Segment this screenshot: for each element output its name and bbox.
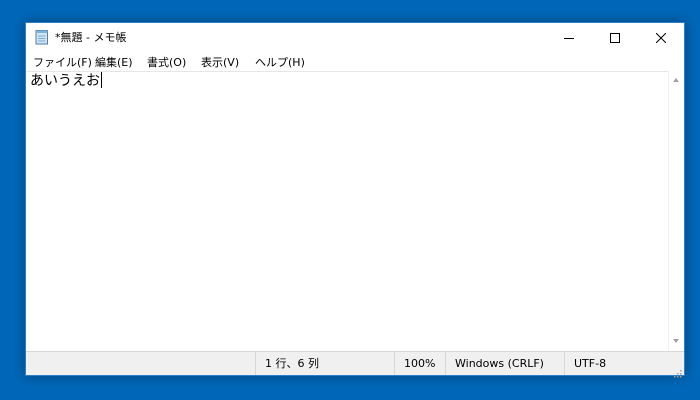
menu-edit[interactable]: 編集(E)	[95, 54, 133, 70]
editor-content: あいうえお	[30, 73, 100, 89]
status-zoom: 100%	[394, 352, 445, 375]
menu-file[interactable]: ファイル(F)	[33, 54, 92, 70]
text-caret	[101, 72, 102, 88]
status-line-ending: Windows (CRLF)	[445, 352, 564, 375]
scroll-down-arrow-icon[interactable]	[673, 339, 679, 343]
close-button[interactable]	[638, 23, 684, 51]
close-icon	[655, 28, 667, 47]
minimize-icon	[564, 28, 574, 47]
menu-bar: ファイル(F) 編集(E) 書式(O) 表示(V) ヘルプ(H)	[26, 51, 684, 71]
window-title: *無題 - メモ帳	[55, 31, 127, 44]
status-bar: 1 行、6 列 100% Windows (CRLF) UTF-8	[26, 351, 684, 378]
scroll-up-arrow-icon[interactable]	[673, 78, 679, 82]
maximize-icon	[610, 28, 620, 47]
maximize-button[interactable]	[592, 23, 638, 51]
minimize-button[interactable]	[546, 23, 592, 51]
vertical-scrollbar[interactable]	[668, 71, 684, 351]
menu-view[interactable]: 表示(V)	[201, 54, 239, 70]
text-editor[interactable]: あいうえお	[26, 71, 668, 351]
status-cursor-position: 1 行、6 列	[255, 352, 394, 375]
resize-grip-icon[interactable]	[672, 363, 682, 378]
editor-content-line: あいうえお	[30, 72, 102, 90]
notepad-window: *無題 - メモ帳 ファイル(F) 編集(E) 書式(O) 表示(V) ヘルプ(…	[25, 22, 685, 378]
desktop-background: *無題 - メモ帳 ファイル(F) 編集(E) 書式(O) 表示(V) ヘルプ(…	[0, 0, 700, 400]
menu-format[interactable]: 書式(O)	[147, 54, 186, 70]
status-encoding: UTF-8	[564, 352, 684, 375]
menu-help[interactable]: ヘルプ(H)	[255, 54, 305, 70]
notepad-icon	[35, 29, 49, 45]
title-bar[interactable]: *無題 - メモ帳	[26, 23, 684, 51]
